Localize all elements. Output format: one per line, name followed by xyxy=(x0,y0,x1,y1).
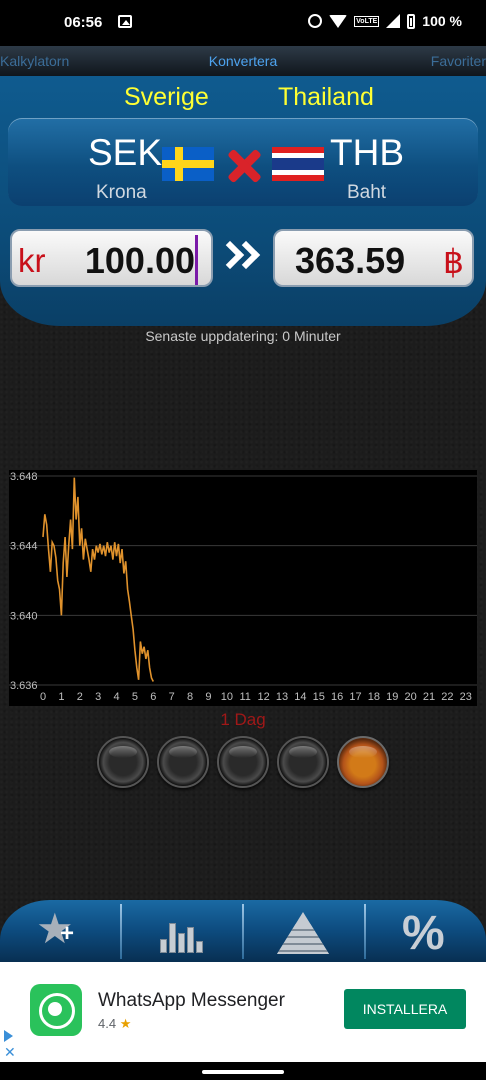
y-tick-label: 3.644 xyxy=(10,541,38,553)
x-tick-label: 14 xyxy=(294,691,306,703)
y-tick-label: 3.648 xyxy=(10,471,38,483)
x-tick-label: 21 xyxy=(423,691,435,703)
period-button-4[interactable] xyxy=(277,736,329,788)
status-bar: 06:56 VoLTE 100 % xyxy=(0,0,486,46)
y-tick-label: 3.636 xyxy=(10,680,38,692)
x-tick-label: 10 xyxy=(221,691,233,703)
home-gesture-bar[interactable] xyxy=(202,1070,284,1074)
x-tick-label: 17 xyxy=(349,691,361,703)
from-amount-field[interactable]: kr 100.00 xyxy=(10,229,213,287)
battery-icon xyxy=(407,13,416,29)
swap-currencies-icon[interactable] xyxy=(224,148,264,184)
period-selector xyxy=(97,736,389,790)
from-currency-name: Krona xyxy=(96,182,147,203)
x-tick-label: 2 xyxy=(77,691,83,703)
x-tick-label: 3 xyxy=(95,691,101,703)
x-tick-label: 8 xyxy=(187,691,193,703)
pyramid-icon[interactable] xyxy=(277,912,329,954)
rate-chart: 3.648 3.644 3.640 3.636 0 1 2 3 4 5 6 7 8 9 10 11 12 13 14… xyxy=(9,470,477,706)
whatsapp-app-icon[interactable] xyxy=(30,984,82,1036)
period-button-3[interactable] xyxy=(217,736,269,788)
gallery-icon xyxy=(118,15,132,28)
sweden-flag-icon[interactable] xyxy=(162,147,214,181)
period-button-1[interactable] xyxy=(97,736,149,788)
tab-favoriter[interactable]: Favoriter xyxy=(431,53,486,69)
to-amount-field[interactable]: 363.59 ฿ xyxy=(273,229,474,287)
toolbar-divider xyxy=(120,904,122,959)
x-tick-label: 5 xyxy=(132,691,138,703)
x-tick-label: 4 xyxy=(113,691,119,703)
rate-series-line xyxy=(42,477,155,682)
last-updated-text: Senaste uppdatering: 0 Minuter xyxy=(145,328,341,344)
rate-chart-svg: 3.6483.6443.6403.6360 1 2 3 4 5 6 7 8 9 10 11 12 13 14… xyxy=(9,471,477,703)
x-tick-label: 1 xyxy=(58,691,64,703)
wifi-icon xyxy=(329,14,348,28)
x-tick-label: 15 xyxy=(313,691,325,703)
battery-percent: 100 % xyxy=(422,13,462,29)
top-tab-bar: Kalkylatorn Konvertera Favoriter xyxy=(0,46,486,76)
x-tick-label: 16 xyxy=(331,691,343,703)
chart-bars-icon[interactable] xyxy=(158,913,204,953)
ad-choices-icon[interactable] xyxy=(2,1030,16,1044)
x-tick-label: 19 xyxy=(386,691,398,703)
convert-arrows-icon xyxy=(215,240,270,273)
close-ad-icon[interactable]: ✕ xyxy=(4,1044,16,1061)
x-tick-label: 13 xyxy=(276,691,288,703)
x-tick-label: 22 xyxy=(441,691,453,703)
from-currency-code[interactable]: SEK xyxy=(88,132,162,174)
x-tick-label: 18 xyxy=(368,691,380,703)
x-tick-label: 23 xyxy=(460,691,472,703)
x-tick-label: 7 xyxy=(169,691,175,703)
x-tick-label: 11 xyxy=(240,691,251,703)
percent-icon[interactable]: % xyxy=(402,906,445,961)
x-tick-label: 6 xyxy=(150,691,156,703)
volte-icon: VoLTE xyxy=(354,15,380,27)
thailand-flag-icon[interactable] xyxy=(272,147,324,181)
toolbar-divider xyxy=(364,904,366,959)
x-tick-label: 9 xyxy=(205,691,211,703)
ad-rating: 4.4 ★ xyxy=(98,1016,132,1031)
x-tick-label: 12 xyxy=(257,691,269,703)
star-icon: ★ xyxy=(119,1016,132,1031)
alarm-icon xyxy=(308,14,323,28)
signal-icon xyxy=(386,14,401,28)
text-cursor xyxy=(195,235,198,285)
to-amount-value: 363.59 xyxy=(295,240,406,281)
status-time: 06:56 xyxy=(64,14,103,31)
period-button-1-dag[interactable] xyxy=(337,736,389,788)
ad-title[interactable]: WhatsApp Messenger xyxy=(98,990,285,1012)
add-favorite-icon[interactable] xyxy=(36,904,76,953)
period-label: 1 Dag xyxy=(220,710,266,729)
to-currency-code[interactable]: THB xyxy=(330,132,404,174)
status-icons: VoLTE 100 % xyxy=(308,13,462,29)
from-currency-symbol: kr xyxy=(18,242,46,279)
y-tick-label: 3.640 xyxy=(10,610,38,622)
x-tick-label: 0 xyxy=(40,691,46,703)
to-currency-symbol: ฿ xyxy=(443,243,464,280)
x-tick-label: 20 xyxy=(405,691,417,703)
from-country[interactable]: Sverige xyxy=(124,83,209,112)
to-currency-name: Baht xyxy=(347,182,387,203)
to-country[interactable]: Thailand xyxy=(278,83,374,112)
period-button-2[interactable] xyxy=(157,736,209,788)
tab-konvertera[interactable]: Konvertera xyxy=(0,53,486,69)
from-amount-value: 100.00 xyxy=(84,240,195,281)
toolbar-divider xyxy=(242,904,244,959)
install-button[interactable]: INSTALLERA xyxy=(344,989,466,1029)
